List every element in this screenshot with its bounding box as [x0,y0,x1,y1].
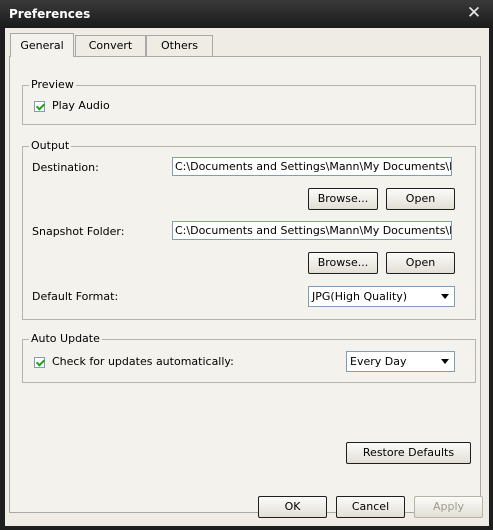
title-bar: Preferences ✕ [0,0,493,28]
default-format-label: Default Format: [32,290,119,303]
apply-button: Apply [414,496,483,518]
destination-field[interactable]: C:\Documents and Settings\Mann\My Docume… [172,157,452,176]
play-audio-label: Play Audio [52,99,110,112]
destination-browse-button[interactable]: Browse... [308,188,378,210]
play-audio-checkbox[interactable] [34,101,45,112]
preview-group-title: Preview [29,78,76,92]
tab-others[interactable]: Others [146,35,213,56]
output-group-title: Output [29,139,72,153]
update-frequency-select[interactable]: Every Day [346,351,455,372]
default-format-value: JPG(High Quality) [312,290,408,303]
restore-defaults-button[interactable]: Restore Defaults [346,442,471,464]
close-icon[interactable]: ✕ [465,4,483,22]
chevron-down-icon [441,294,449,299]
auto-update-group: Auto Update Check for updates automatica… [22,332,476,383]
cancel-button[interactable]: Cancel [336,496,405,518]
tab-panel-general: Preview Play Audio Output Destination: C… [9,56,481,513]
snapshot-folder-field[interactable]: C:\Documents and Settings\Mann\My Docume… [172,221,452,240]
snapshot-folder-label: Snapshot Folder: [32,225,125,238]
auto-update-checkbox[interactable] [34,357,45,368]
update-frequency-value: Every Day [350,355,407,368]
default-format-select[interactable]: JPG(High Quality) [308,286,455,307]
snapshot-open-button[interactable]: Open [386,252,455,274]
snapshot-browse-button[interactable]: Browse... [308,252,378,274]
preview-group: Preview Play Audio [22,78,476,125]
destination-label: Destination: [32,161,99,174]
output-group: Output Destination: C:\Documents and Set… [22,139,476,320]
tab-convert[interactable]: Convert [75,35,146,56]
auto-update-group-title: Auto Update [29,332,102,346]
destination-open-button[interactable]: Open [386,188,455,210]
chevron-down-icon [441,359,449,364]
window-title: Preferences [9,7,91,21]
auto-update-label: Check for updates automatically: [52,355,234,368]
tab-general[interactable]: General [10,33,74,57]
window-edge [489,28,493,530]
ok-button[interactable]: OK [258,496,327,518]
dialog-client: General Convert Others Preview Play Audi… [5,28,489,526]
